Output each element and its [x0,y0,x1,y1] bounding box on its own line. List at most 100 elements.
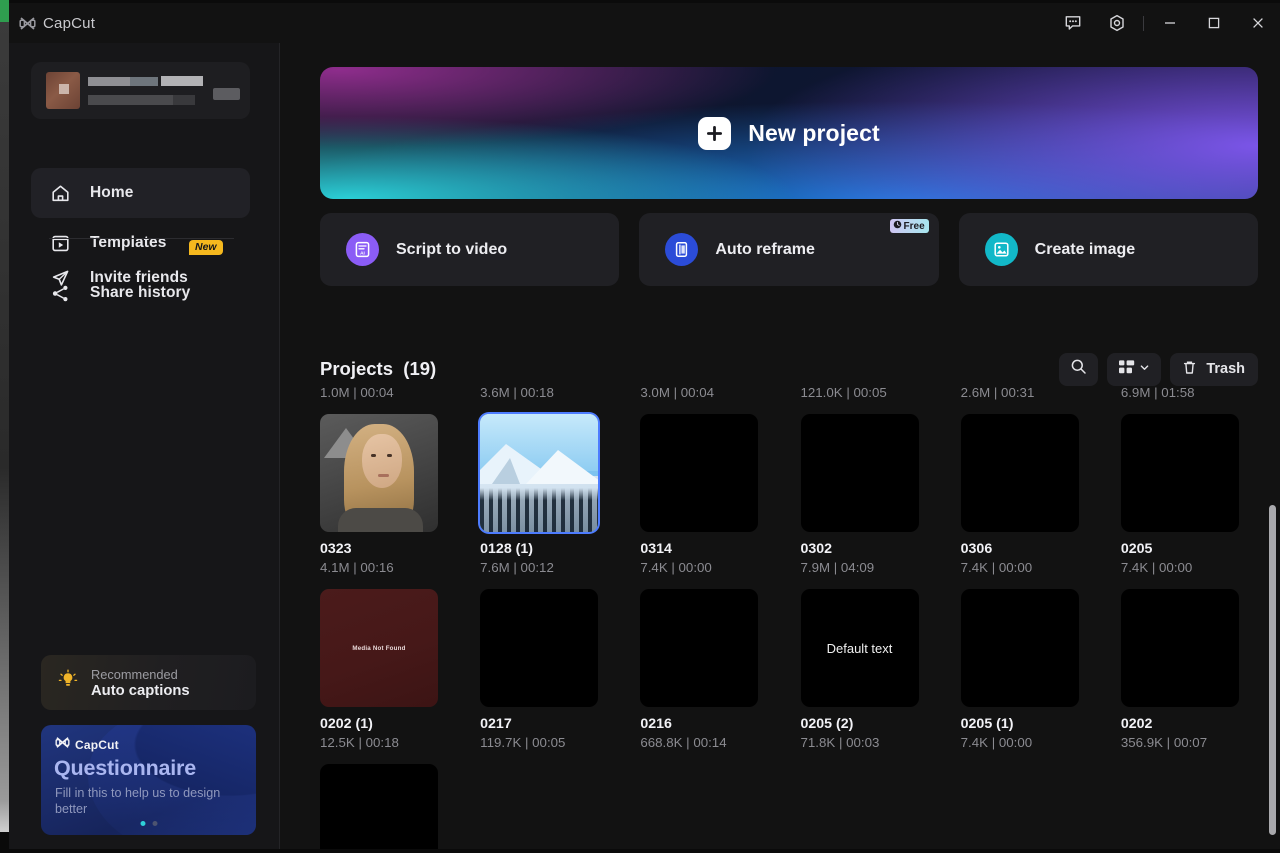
sidebar-item-invite-friends[interactable]: Invite friends New [31,253,250,303]
carousel-dot-2[interactable] [152,821,157,826]
project-card[interactable]: 03147.4K | 00:00 [640,414,758,575]
sidebar: Home Templates [9,43,280,849]
projects-grid-viewport: 1.0M | 00:04 3.6M | 00:18 3.0M | 00:04 1… [320,343,1270,849]
profile-name-blur-a [88,77,130,86]
new-project-label: New project [748,120,879,147]
action-script-to-video[interactable]: AI Script to video [320,213,619,286]
project-card[interactable] [320,764,438,849]
project-meta: 3.0M | 00:04 [640,385,758,400]
project-meta: 668.8K | 00:14 [640,735,758,750]
project-card[interactable]: Default text0205 (2)71.8K | 00:03 [801,589,919,750]
profile-name-blur-b [130,77,158,86]
user-profile-card[interactable] [31,62,250,119]
home-icon [49,182,71,204]
project-meta: 6.9M | 01:58 [1121,385,1239,400]
create-image-icon [985,233,1018,266]
promo-auto-captions[interactable]: Recommended Auto captions [41,655,256,710]
project-thumbnail[interactable] [480,589,598,707]
project-thumbnail[interactable] [1121,589,1239,707]
promo-carousel-dots[interactable] [140,821,157,826]
project-thumbnail[interactable] [320,764,438,849]
projects-grid: 1.0M | 00:04 3.6M | 00:18 3.0M | 00:04 1… [320,343,1258,849]
carousel-dot-1[interactable] [140,821,145,826]
profile-action-pill[interactable] [213,88,240,100]
action-label: Create image [1035,241,1136,259]
project-name: 0306 [961,541,1079,557]
minimize-icon[interactable] [1148,3,1192,43]
project-thumbnail[interactable] [1121,414,1239,532]
action-label: Auto reframe [715,241,815,259]
close-icon[interactable] [1236,3,1280,43]
trash-button[interactable]: Trash [1170,353,1258,386]
project-card[interactable]: 0217119.7K | 00:05 [480,589,598,750]
project-thumbnail[interactable] [961,414,1079,532]
desktop-left-strip [0,22,9,832]
project-name: 0205 (2) [801,716,919,732]
thumb-face-shape [362,434,402,488]
action-create-image[interactable]: Create image [959,213,1258,286]
script-ai-icon: AI [346,233,379,266]
action-auto-reframe[interactable]: Auto reframe Free [639,213,938,286]
project-thumbnail[interactable]: Media Not Found [320,589,438,707]
new-project-banner[interactable]: New project [320,67,1258,199]
desktop-green-sliver [0,0,9,22]
project-card[interactable]: 0128 (1) 7.6M | 00:12 [480,414,598,575]
view-mode-dropdown[interactable] [1107,353,1161,386]
projects-toolbar: Trash [1059,353,1258,386]
project-thumbnail[interactable] [640,589,758,707]
window-controls [1051,3,1280,43]
project-meta: 2.6M | 00:31 [961,385,1079,400]
project-meta: 7.4K | 00:00 [1121,560,1239,575]
project-meta: 1.0M | 00:04 [320,385,438,400]
free-badge-label: Free [904,221,925,232]
project-card[interactable]: Media Not Found0202 (1)12.5K | 00:18 [320,589,438,750]
project-name: 0202 [1121,716,1239,732]
maximize-icon[interactable] [1192,3,1236,43]
settings-gear-icon[interactable] [1095,3,1139,43]
project-thumbnail[interactable] [320,414,438,532]
project-meta: 7.4K | 00:00 [961,560,1079,575]
promo-texts: Recommended Auto captions [91,667,190,699]
grid-view-icon [1118,359,1136,380]
sidebar-item-label: Templates [90,234,166,252]
project-card[interactable]: 0205 7.4K | 00:00 [1121,414,1239,575]
feedback-bubble-icon[interactable] [1051,3,1095,43]
project-name: 0202 (1) [320,716,438,732]
project-name: 0128 (1) [480,541,598,557]
project-name: 0302 [801,541,919,557]
promo-questionnaire-card[interactable]: CapCut Questionnaire Fill in this to hel… [41,725,256,835]
project-meta: 3.6M | 00:18 [480,385,598,400]
sidebar-nav-bottom: Invite friends New [31,253,250,303]
sidebar-item-home[interactable]: Home [31,168,250,218]
project-meta: 7.6M | 00:12 [480,560,598,575]
projects-scrollbar-thumb[interactable] [1269,505,1276,835]
project-card[interactable]: 0202 356.9K | 00:07 [1121,589,1239,750]
promo-brand: CapCut [55,736,119,754]
promo-questionnaire-title: Questionnaire [54,756,196,781]
project-meta: 119.7K | 00:05 [480,735,598,750]
thumbnail-overlay-text: Default text [827,641,893,656]
project-meta: 356.9K | 00:07 [1121,735,1239,750]
project-thumbnail[interactable] [480,414,598,532]
trash-icon [1181,359,1198,380]
project-thumbnail[interactable] [961,589,1079,707]
profile-sub-blur-b [173,95,195,105]
project-card[interactable]: 0205 (1)7.4K | 00:00 [961,589,1079,750]
capcut-logo-icon [19,16,36,31]
capcut-window: CapCut [9,3,1280,849]
action-label: Script to video [396,241,507,259]
sidebar-item-label: Invite friends [90,269,188,287]
thumb-tree-line [480,488,598,532]
project-meta: 7.9M | 04:09 [801,560,919,575]
thumb-peak-shadow [492,458,520,484]
clock-icon [893,220,902,232]
project-thumbnail[interactable]: Default text [801,589,919,707]
project-card[interactable]: 0302 7.9M | 04:09 [801,414,919,575]
project-thumbnail[interactable] [640,414,758,532]
project-card[interactable]: 03234.1M | 00:16 [320,414,438,575]
project-card[interactable]: 0306 7.4K | 00:00 [961,414,1079,575]
search-button[interactable] [1059,353,1098,386]
project-thumbnail[interactable] [801,414,919,532]
project-card[interactable]: 0216668.8K | 00:14 [640,589,758,750]
project-name: 0205 [1121,541,1239,557]
